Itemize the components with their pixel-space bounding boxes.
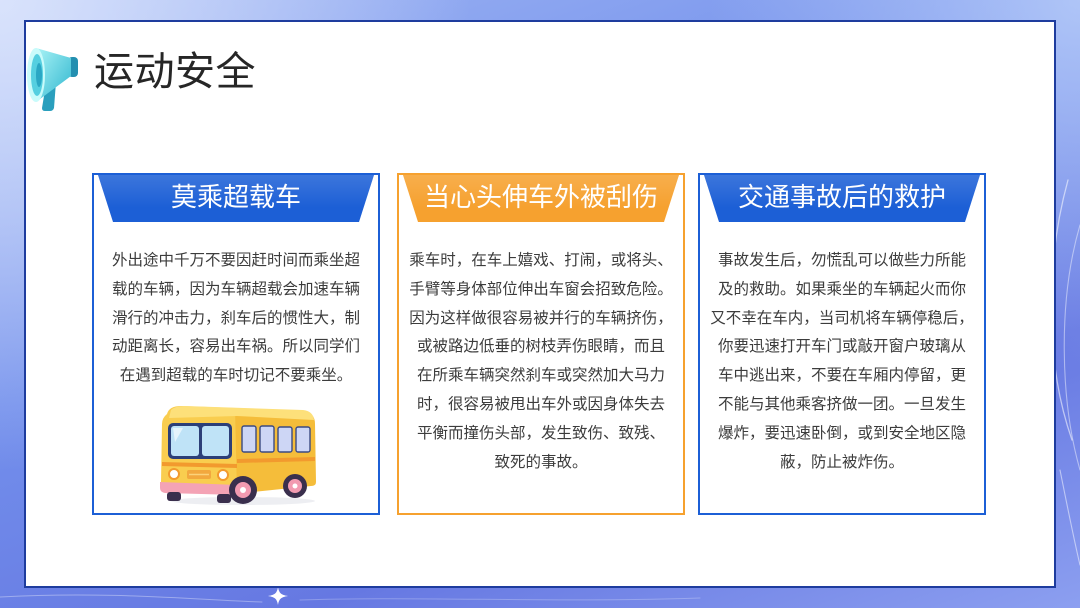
card-body-line: 爆炸，要迅速卧倒，或到安全地区隐 — [717, 423, 966, 442]
card-body-line: 载的车辆，因为车辆超载会加速车辆 — [111, 279, 360, 298]
card-body-line: 乘车时，在车上嬉戏、打闹，或将头、 — [409, 251, 673, 269]
card-body-line: 在所乘车辆突然刹车或突然加大马力 — [416, 366, 665, 385]
card-body-line: 外出途中千万不要因赶时间而乘坐超 — [111, 251, 360, 269]
card-body-line: 车中逃出来，不要在车厢内停留，更 — [717, 366, 966, 385]
card-body-line: 及的救助。如果乘坐的车辆起火而你 — [717, 279, 966, 298]
card-body: 乘车时，在车上嬉戏、打闹，或将头、 手臂等身体部位伸出车窗会招致危险。 因为这样… — [399, 246, 683, 476]
card-title: 交通事故后的救护 — [737, 183, 946, 213]
card-title: 当心头伸车外被刮伤 — [423, 183, 658, 213]
card-body-line: 手臂等身体部位伸出车窗会招致危险。 — [409, 279, 673, 298]
card-body-line: 蔽，防止被炸伤。 — [779, 452, 904, 471]
card-body-line: 或被路边低垂的树枝弄伤眼睛，而且 — [416, 337, 665, 356]
slide-title: 运动安全 — [94, 49, 256, 95]
card-accident-rescue: 交通事故后的救护 事故发生后，勿慌乱可以做些力所能 及的救助。如果乘坐的车辆起火… — [698, 173, 986, 515]
card-body-line: 因为这样做很容易被并行的车辆挤伤， — [409, 308, 673, 327]
card-body-line: 事故发生后，勿慌乱可以做些力所能 — [717, 251, 966, 269]
slide: 运动安全 莫乘超载车 外出途中千万不要因赶时间而乘坐超 载的车辆，因为车辆超载会… — [0, 0, 1080, 608]
content-panel: 运动安全 莫乘超载车 外出途中千万不要因赶时间而乘坐超 载的车辆，因为车辆超载会… — [24, 20, 1056, 588]
card-body-line: 致死的事故。 — [494, 452, 588, 471]
megaphone-icon — [24, 38, 82, 112]
school-bus-icon — [160, 406, 316, 505]
card-body-line: 时，很容易被甩出车外或因身体失去 — [416, 394, 665, 413]
card-body-line: 不能与其他乘客挤做一团。一旦发生 — [717, 394, 966, 413]
card-body: 事故发生后，勿慌乱可以做些力所能 及的救助。如果乘坐的车辆起火而你 又不幸在车内… — [700, 246, 984, 476]
card-body-line: 滑行的冲击力，刹车后的惯性大，制 — [111, 308, 360, 327]
card-body: 外出途中千万不要因赶时间而乘坐超 载的车辆，因为车辆超载会加速车辆 滑行的冲击力… — [94, 246, 378, 390]
card-head-out-of-window: 当心头伸车外被刮伤 乘车时，在车上嬉戏、打闹，或将头、 手臂等身体部位伸出车窗会… — [397, 173, 685, 515]
sparkle-icon — [268, 587, 288, 605]
card-body-line: 动距离长，容易出车祸。所以同学们 — [111, 337, 360, 356]
card-body-line: 又不幸在车内，当司机将车辆停稳后， — [710, 308, 974, 327]
card-body-line: 你要迅速打开车门或敲开窗户玻璃从 — [717, 337, 966, 356]
card-overloaded-vehicle: 莫乘超载车 外出途中千万不要因赶时间而乘坐超 载的车辆，因为车辆超载会加速车辆 … — [92, 173, 380, 515]
card-body-line: 在遇到超载的车时切记不要乘坐。 — [119, 366, 353, 385]
card-body-line: 平衡而撞伤头部，发生致伤、致残、 — [416, 423, 665, 442]
card-title: 莫乘超载车 — [170, 183, 301, 213]
